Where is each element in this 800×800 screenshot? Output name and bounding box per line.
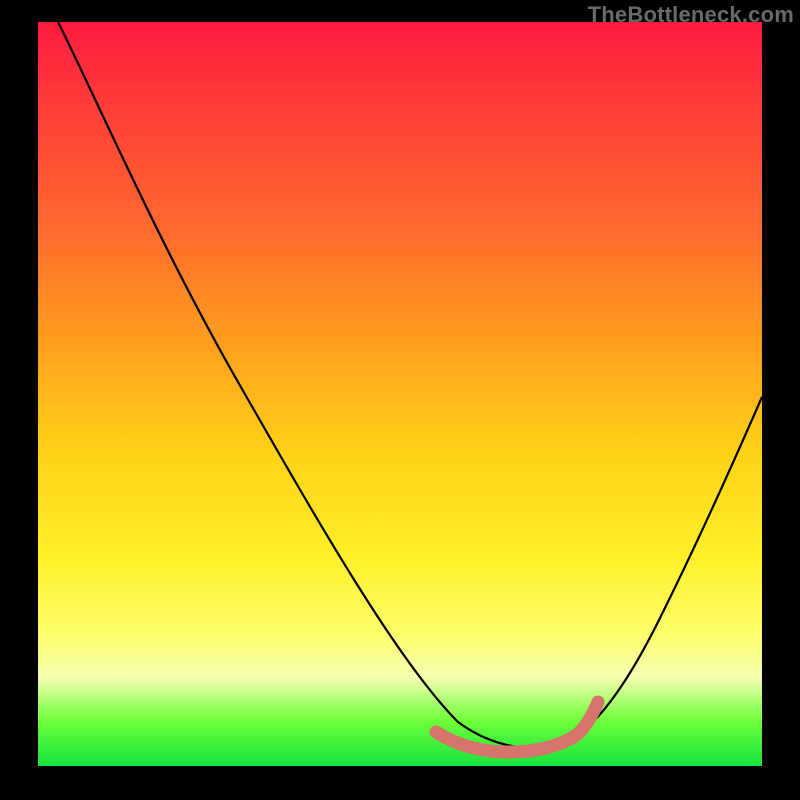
chart-frame: [38, 22, 762, 766]
bottleneck-curve: [58, 22, 762, 748]
optimal-band: [436, 702, 598, 752]
chart-svg: [38, 22, 762, 766]
